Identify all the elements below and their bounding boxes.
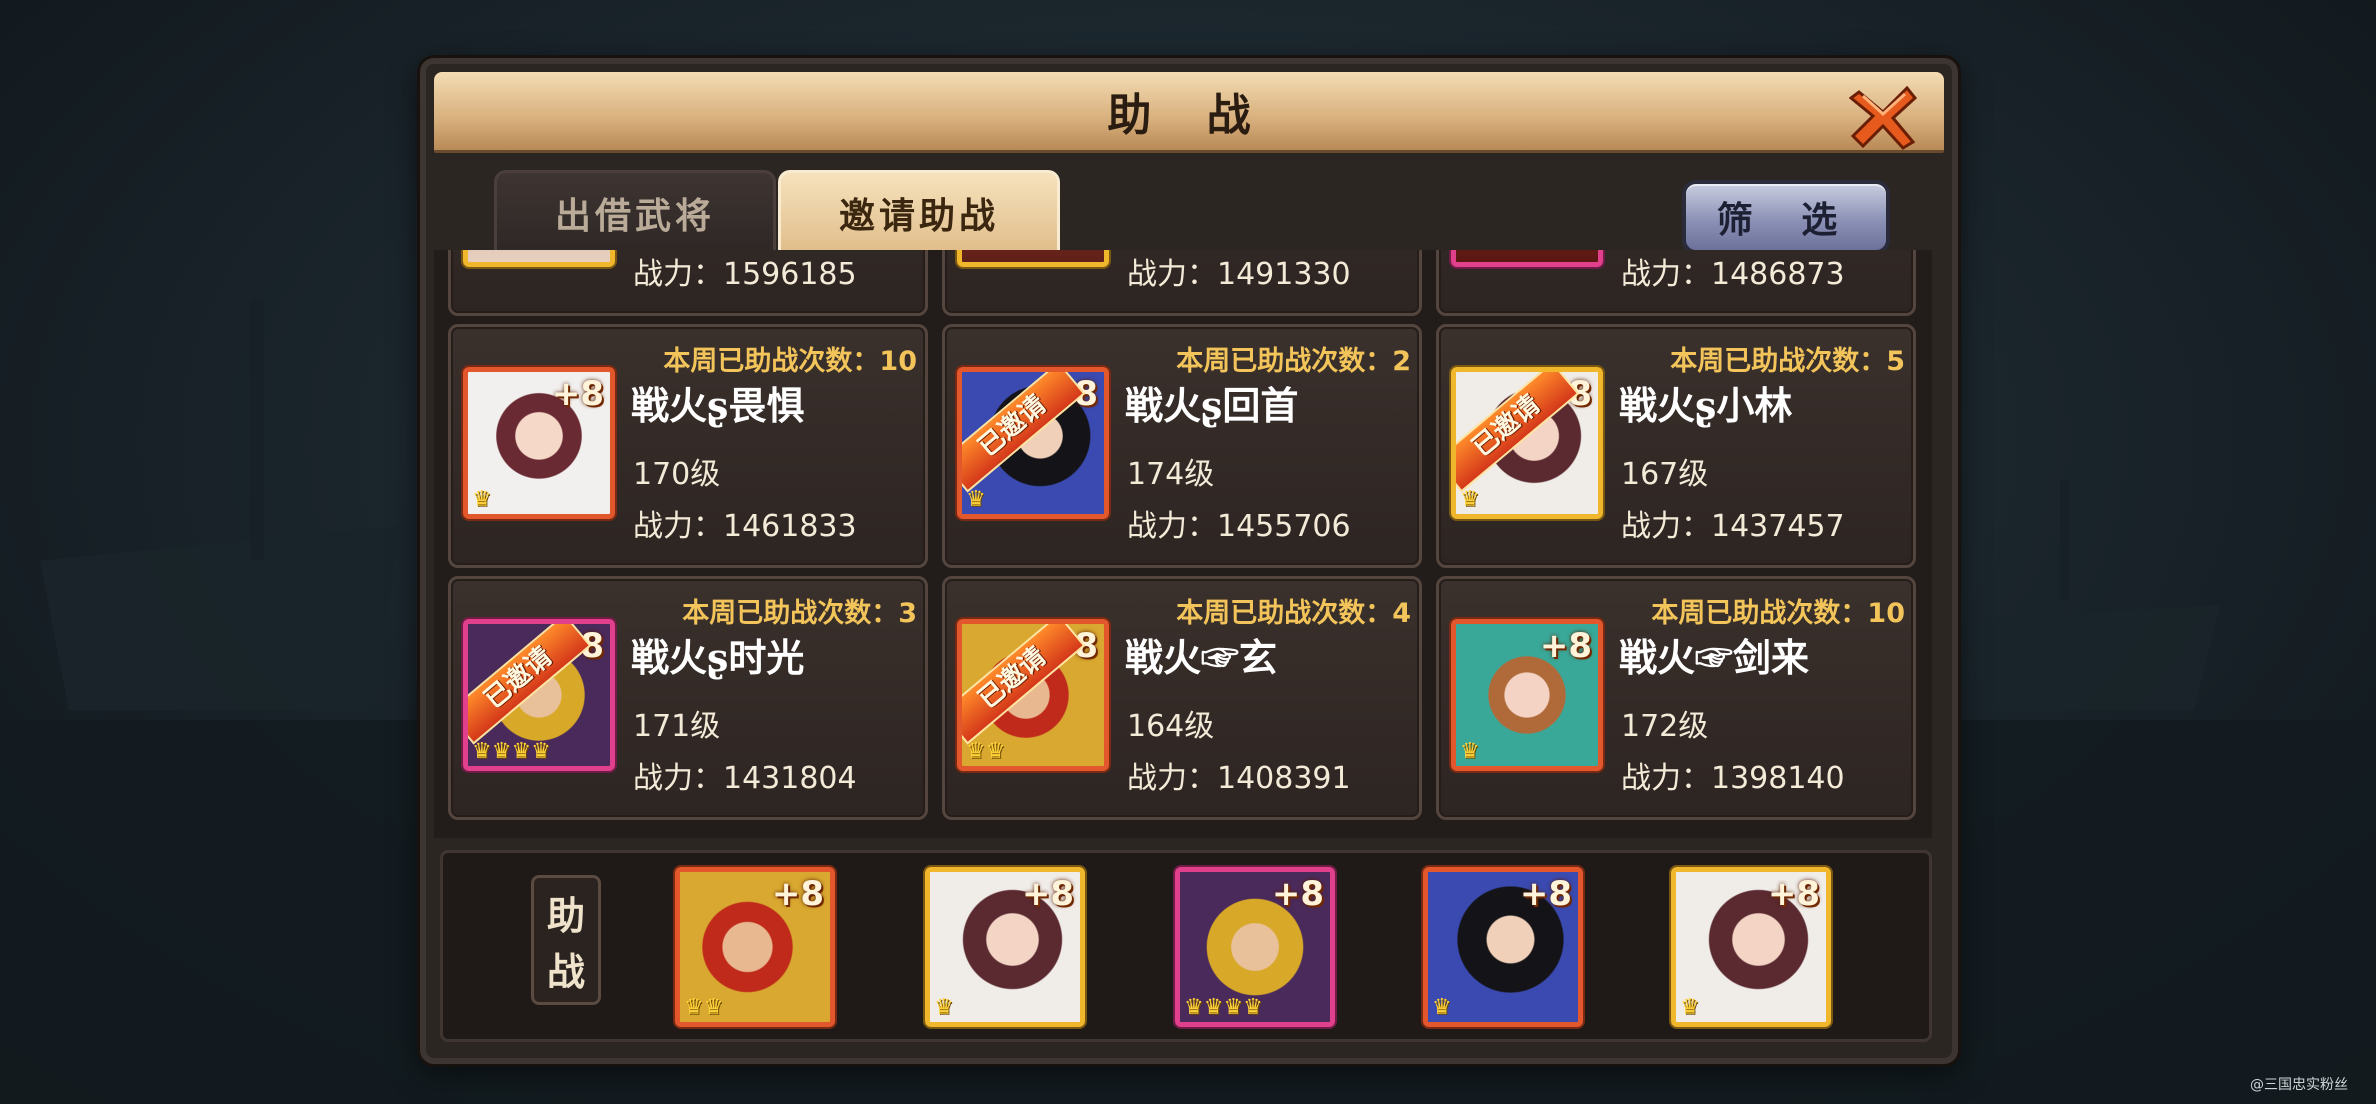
watermark: @三国忠实粉丝 — [2250, 1077, 2348, 1093]
assist-slot[interactable]: +8 ♛ — [925, 867, 1085, 1027]
player-name: 戦火ʂ畏惧 — [631, 383, 805, 428]
player-level: 172级 — [1621, 709, 1709, 744]
hero-portrait: +8 ♛♛ 已邀请 — [957, 619, 1109, 771]
player-name: 戦火☞玄 — [1125, 635, 1278, 680]
upgrade-badge: +8 — [1539, 626, 1592, 666]
crown-icon: ♛♛ — [684, 995, 724, 1020]
hero-portrait: +8 ♛ 已邀请 — [1451, 367, 1603, 519]
crown-icon: ♛ — [1680, 995, 1700, 1020]
hero-power: 战力：1398140 — [1621, 761, 1845, 796]
hero-portrait — [463, 250, 615, 267]
upgrade-badge: +8 — [551, 374, 604, 414]
hero-power: 战力：1431804 — [633, 761, 857, 796]
filter-button[interactable]: 筛 选 — [1682, 180, 1890, 254]
hero-portrait — [1451, 250, 1603, 267]
hero-power: 战力：1437457 — [1621, 509, 1845, 544]
player-name: 戦火ʂ时光 — [631, 635, 805, 680]
ship-mast-left — [250, 300, 264, 560]
ship-silhouette-left — [40, 526, 400, 710]
tab-invite-assist[interactable]: 邀请助战 — [778, 170, 1060, 253]
player-level: 170级 — [633, 457, 721, 492]
weekly-assist-count: 本周已助战次数：5 — [1670, 346, 1905, 377]
weekly-assist-count: 本周已助战次数：10 — [1651, 598, 1905, 629]
upgrade-badge: +8 — [1519, 874, 1572, 914]
dialog-title-bar: 助 战 — [434, 72, 1944, 153]
list-item[interactable]: 本周已助战次数：4 +8 ♛♛ 已邀请 戦火☞玄 164级 战力：1408391 — [942, 576, 1422, 820]
player-name: 戦火☞剑来 — [1619, 635, 1810, 680]
ship-mast-right — [2060, 480, 2070, 600]
list-item[interactable]: 本周已助战次数：10 +8 ♛ 戦火ʂ畏惧 170级 战力：1461833 — [448, 324, 928, 568]
crown-icon: ♛ — [1460, 739, 1480, 764]
list-item[interactable]: 本周已助战次数：10 +8 ♛ 戦火☞剑来 172级 战力：1398140 — [1436, 576, 1916, 820]
hero-power: 战力：1455706 — [1127, 509, 1351, 544]
player-level: 164级 — [1127, 709, 1215, 744]
hero-portrait: +8 ♛ 已邀请 — [957, 367, 1109, 519]
list-item[interactable]: 本周已助战次数：2 +8 ♛ 已邀请 戦火ʂ回首 174级 战力：1455706 — [942, 324, 1422, 568]
upgrade-badge: +8 — [1767, 874, 1820, 914]
assist-lineup-bar: 助战 +8 ♛♛ +8 ♛ +8 ♛♛♛♛ +8 ♛ +8 ♛ — [440, 850, 1932, 1042]
player-name: 戦火ʂ回首 — [1125, 383, 1299, 428]
assist-label: 助战 — [531, 875, 601, 1005]
invited-ribbon: 已邀请 — [962, 372, 1086, 493]
hero-power: 战力：1491330 — [1127, 257, 1351, 292]
hero-power: 战力：1408391 — [1127, 761, 1351, 796]
tab-lend-generals[interactable]: 出借武将 — [494, 170, 776, 253]
weekly-assist-count: 本周已助战次数：4 — [1176, 598, 1411, 629]
assist-slot[interactable]: +8 ♛♛♛♛ — [1175, 867, 1335, 1027]
weekly-assist-count: 本周已助战次数：10 — [663, 346, 917, 377]
weekly-assist-count: 本周已助战次数：3 — [682, 598, 917, 629]
close-button[interactable] — [1848, 82, 1920, 152]
upgrade-badge: +8 — [1271, 874, 1324, 914]
close-icon — [1849, 85, 1918, 150]
crown-icon: ♛♛♛♛ — [472, 739, 551, 764]
ship-silhouette-right — [1960, 605, 2220, 710]
list-item[interactable]: 本周已助战次数：5 +8 ♛ 已邀请 戦火ʂ小林 167级 战力：1437457 — [1436, 324, 1916, 568]
upgrade-badge: +8 — [771, 874, 824, 914]
upgrade-badge: +8 — [1021, 874, 1074, 914]
weekly-assist-count: 本周已助战次数：2 — [1176, 346, 1411, 377]
hero-portrait: +8 ♛ — [1451, 619, 1603, 771]
dialog-title: 助 战 — [1107, 90, 1271, 141]
helper-list[interactable]: 战力：1596185 战力：1491330 战力：1486873 本周已助战次数… — [434, 250, 1932, 838]
assist-slot[interactable]: +8 ♛ — [1671, 867, 1831, 1027]
crown-icon: ♛ — [934, 995, 954, 1020]
crown-icon: ♛♛ — [966, 739, 1006, 764]
invited-ribbon: 已邀请 — [1456, 372, 1580, 493]
hero-power: 战力：1486873 — [1621, 257, 1845, 292]
player-level: 174级 — [1127, 457, 1215, 492]
hero-power: 战力：1596185 — [633, 257, 857, 292]
list-item[interactable]: 战力：1486873 — [1436, 250, 1916, 316]
hero-portrait: +8 ♛♛♛♛ 已邀请 — [463, 619, 615, 771]
assist-slot[interactable]: +8 ♛♛ — [675, 867, 835, 1027]
list-item[interactable]: 战力：1491330 — [942, 250, 1422, 316]
list-item[interactable]: 战力：1596185 — [448, 250, 928, 316]
crown-icon: ♛♛♛♛ — [1184, 995, 1263, 1020]
player-level: 171级 — [633, 709, 721, 744]
hero-portrait: +8 ♛ — [463, 367, 615, 519]
invited-ribbon: 已邀请 — [468, 624, 592, 745]
crown-icon: ♛ — [472, 487, 492, 512]
assist-slot[interactable]: +8 ♛ — [1423, 867, 1583, 1027]
invited-ribbon: 已邀请 — [962, 624, 1086, 745]
hero-power: 战力：1461833 — [633, 509, 857, 544]
player-level: 167级 — [1621, 457, 1709, 492]
assist-dialog: 助 战 出借武将 邀请助战 筛 选 战力：1596185 战力：1491330 … — [420, 58, 1958, 1064]
player-name: 戦火ʂ小林 — [1619, 383, 1793, 428]
list-item[interactable]: 本周已助战次数：3 +8 ♛♛♛♛ 已邀请 戦火ʂ时光 171级 战力：1431… — [448, 576, 928, 820]
hero-portrait — [957, 250, 1109, 267]
crown-icon: ♛ — [1432, 995, 1452, 1020]
